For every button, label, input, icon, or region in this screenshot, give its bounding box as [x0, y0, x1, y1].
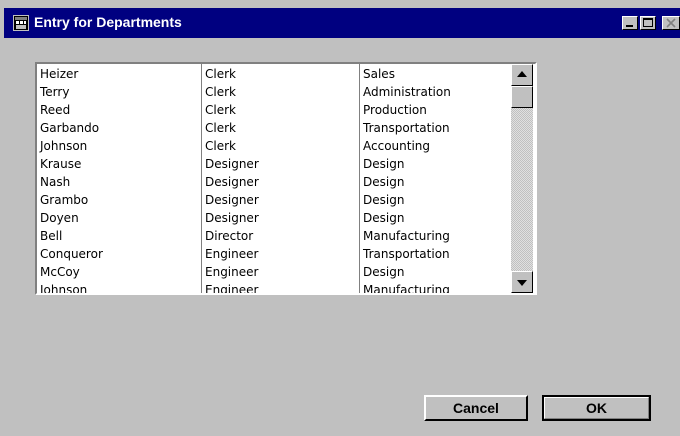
maximize-icon: [643, 18, 653, 27]
list-row[interactable]: Garbando Clerk Transportation: [37, 119, 511, 137]
scroll-thumb[interactable]: [511, 86, 533, 108]
name-cell: Johnson: [40, 283, 88, 295]
list-row[interactable]: McCoy Engineer Design: [37, 263, 511, 281]
department-cell: Accounting: [363, 139, 431, 153]
list-row[interactable]: Johnson Engineer Manufacturing: [37, 281, 511, 295]
list-row[interactable]: Terry Clerk Administration: [37, 83, 511, 101]
title-cell: Designer: [205, 211, 259, 225]
department-cell: Manufacturing: [363, 229, 450, 243]
minimize-icon: [626, 25, 633, 27]
department-cell: Production: [363, 103, 427, 117]
title-cell: Clerk: [205, 103, 236, 117]
title-cell: Designer: [205, 157, 259, 171]
list-row[interactable]: Reed Clerk Production: [37, 101, 511, 119]
name-cell: Heizer: [40, 67, 79, 81]
title-cell: Designer: [205, 193, 259, 207]
name-cell: Nash: [40, 175, 71, 189]
name-cell: Bell: [40, 229, 63, 243]
title-cell: Engineer: [205, 283, 259, 295]
arrow-up-icon: [517, 71, 527, 77]
title-cell: Engineer: [205, 247, 259, 261]
name-cell: Garbando: [40, 121, 100, 135]
name-cell: Johnson: [40, 139, 88, 153]
name-cell: McCoy: [40, 265, 80, 279]
scroll-up-button[interactable]: [511, 64, 533, 86]
name-cell: Conqueror: [40, 247, 103, 261]
list-row[interactable]: Heizer Clerk Sales: [37, 65, 511, 83]
name-cell: Grambo: [40, 193, 89, 207]
department-cell: Transportation: [363, 121, 450, 135]
title-bar[interactable]: Entry for Departments: [4, 8, 680, 38]
list-row[interactable]: Conqueror Engineer Transportation: [37, 245, 511, 263]
list-row[interactable]: Johnson Clerk Accounting: [37, 137, 511, 155]
department-cell: Sales: [363, 67, 395, 81]
title-cell: Director: [205, 229, 254, 243]
list-row[interactable]: Krause Designer Design: [37, 155, 511, 173]
department-cell: Design: [363, 211, 405, 225]
title-cell: Clerk: [205, 121, 236, 135]
title-cell: Clerk: [205, 67, 236, 81]
close-icon: [666, 18, 676, 28]
list-row[interactable]: Nash Designer Design: [37, 173, 511, 191]
name-cell: Terry: [40, 85, 70, 99]
title-cell: Designer: [205, 175, 259, 189]
ok-button-label: OK: [586, 400, 607, 416]
department-cell: Design: [363, 265, 405, 279]
name-cell: Doyen: [40, 211, 79, 225]
department-cell: Administration: [363, 85, 451, 99]
list-row[interactable]: Doyen Designer Design: [37, 209, 511, 227]
ok-button[interactable]: OK: [542, 395, 651, 421]
maximize-button[interactable]: [640, 16, 656, 30]
vertical-scrollbar[interactable]: [511, 64, 533, 293]
list-row[interactable]: Bell Director Manufacturing: [37, 227, 511, 245]
window-title: Entry for Departments: [34, 14, 182, 30]
arrow-down-icon: [517, 280, 527, 286]
app-icon: [13, 15, 29, 31]
list-rows: Heizer Clerk Sales Terry Clerk Administration…: [37, 65, 511, 295]
cancel-button[interactable]: Cancel: [424, 395, 528, 421]
department-cell: Transportation: [363, 247, 450, 261]
employee-listbox[interactable]: Heizer Clerk Sales Terry Clerk Administration…: [35, 62, 537, 295]
name-cell: Krause: [40, 157, 82, 171]
department-cell: Manufacturing: [363, 283, 450, 295]
title-cell: Clerk: [205, 139, 236, 153]
dialog-window: Entry for Departments Heizer Clerk Sales Te…: [0, 0, 680, 436]
department-cell: Design: [363, 157, 405, 171]
list-row[interactable]: Grambo Designer Design: [37, 191, 511, 209]
department-cell: Design: [363, 175, 405, 189]
title-cell: Engineer: [205, 265, 259, 279]
department-cell: Design: [363, 193, 405, 207]
title-cell: Clerk: [205, 85, 236, 99]
minimize-button[interactable]: [622, 16, 638, 30]
close-button[interactable]: [662, 16, 680, 30]
name-cell: Reed: [40, 103, 71, 117]
scroll-down-button[interactable]: [511, 271, 533, 293]
